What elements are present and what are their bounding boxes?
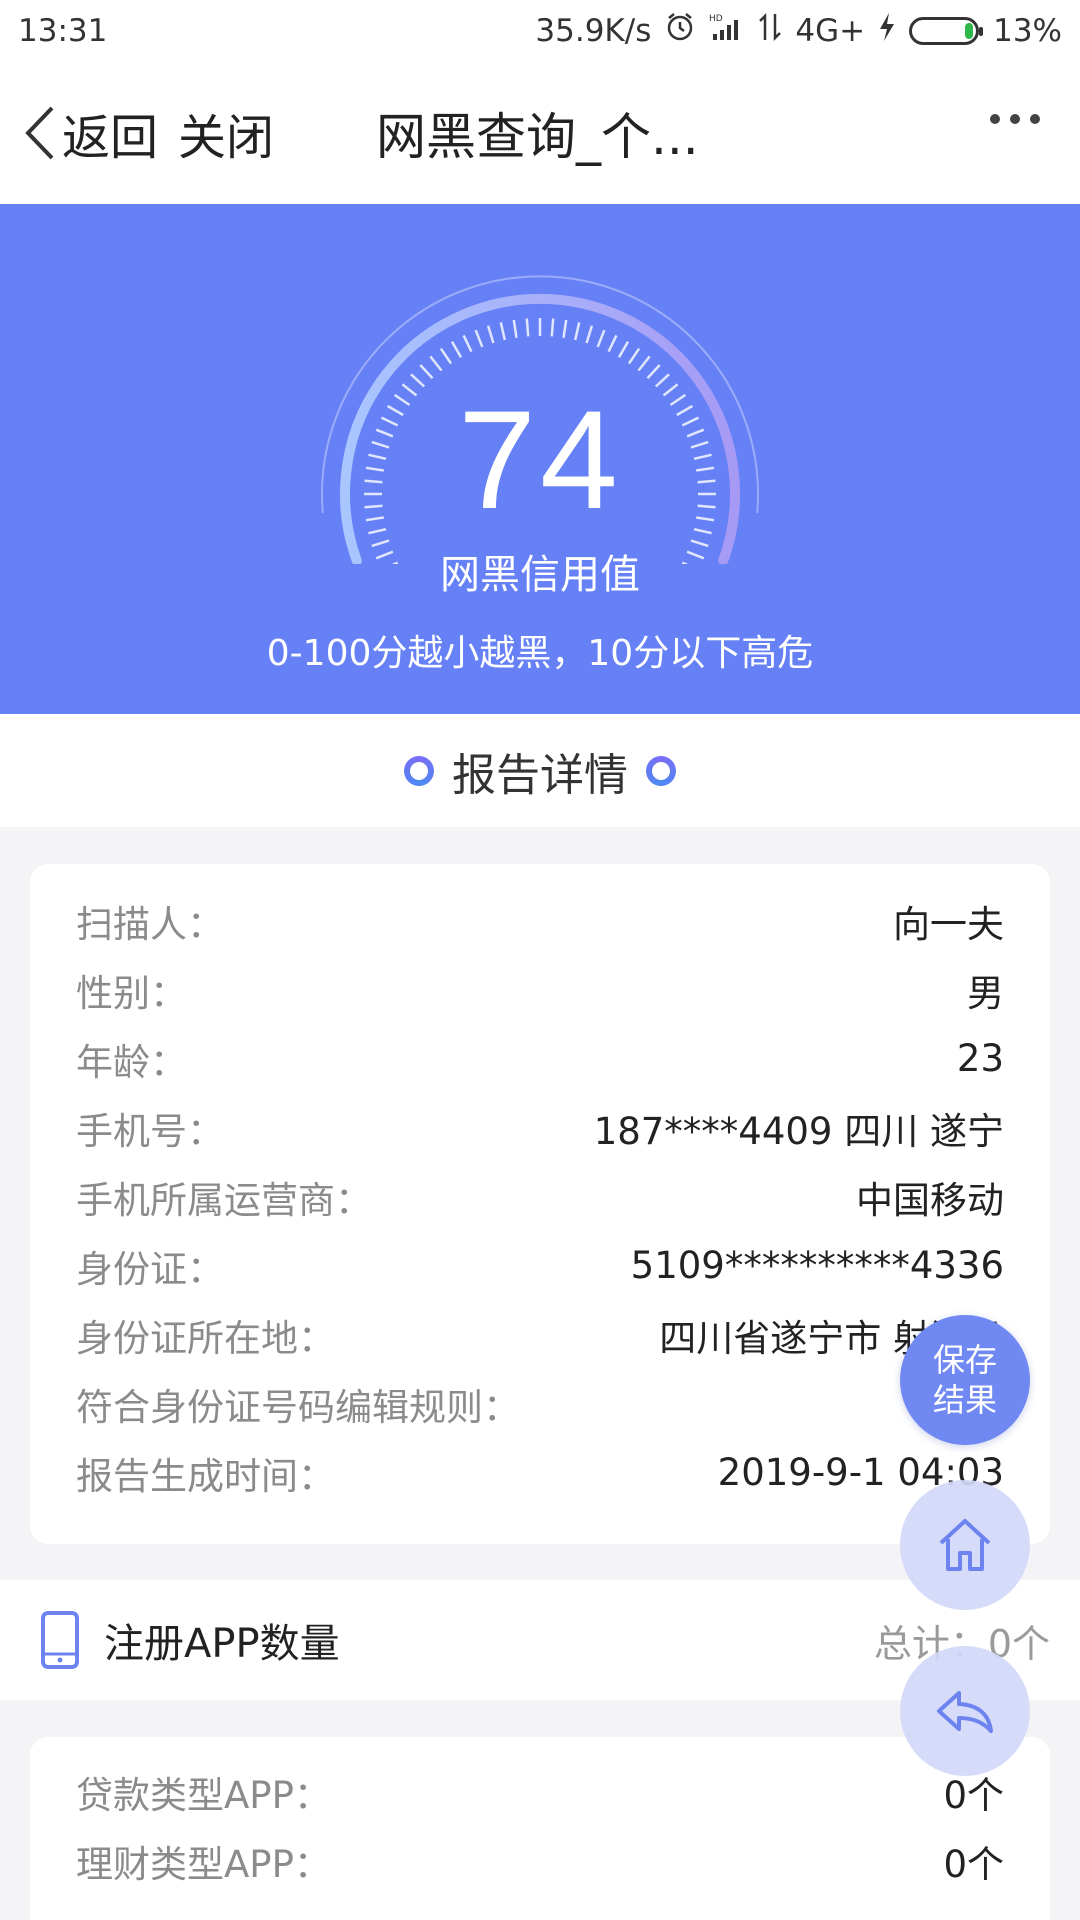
detail-value: 向一夫 xyxy=(893,902,1004,946)
gauge-tick xyxy=(562,319,568,338)
gauge-tick xyxy=(550,318,555,337)
score-label: 网黑信用值 xyxy=(440,552,640,598)
detail-key: 性别： xyxy=(76,971,187,1015)
score-panel: 74 网黑信用值 0-100分越小越黑，10分以下高危 xyxy=(0,204,1080,714)
detail-row: 身份证： 5109**********4336 xyxy=(76,1231,1004,1300)
detail-row: 年龄： 23 xyxy=(76,1024,1004,1093)
network-type: 4G+ xyxy=(795,13,866,49)
status-bar: 13:31 35.9K/s HD 4G+ 13% xyxy=(0,0,1080,62)
more-options-icon[interactable] xyxy=(990,114,1040,124)
ring-icon xyxy=(404,755,434,786)
gauge-tick xyxy=(499,322,507,341)
app-key: 理财类型APP： xyxy=(76,1842,331,1886)
gauge-tick xyxy=(646,364,661,380)
battery-icon xyxy=(909,17,984,45)
gauge-tick xyxy=(429,355,443,372)
save-label-line1: 保存 xyxy=(932,1341,997,1379)
gauge-tick xyxy=(439,347,453,365)
page-title: 网黑查询_个... xyxy=(376,108,699,166)
gauge-tick xyxy=(419,364,434,380)
home-icon xyxy=(939,1519,991,1571)
save-result-button[interactable]: 保存 结果 xyxy=(900,1315,1030,1445)
detail-key: 报告生成时间： xyxy=(76,1454,335,1498)
gauge-tick xyxy=(617,340,630,358)
report-details-header: 报告详情 xyxy=(0,714,1080,827)
gauge-tick xyxy=(607,334,618,353)
detail-row: 扫描人： 向一夫 xyxy=(76,886,1004,955)
score-description: 0-100分越小越黑，10分以下高危 xyxy=(266,633,814,674)
detail-key: 年龄： xyxy=(76,1040,187,1084)
detail-key: 身份证： xyxy=(76,1247,224,1291)
gauge-tick xyxy=(512,319,518,338)
back-label: 返回 xyxy=(62,110,159,166)
detail-row: 身份证所在地： 四川省遂宁市 射洪县 xyxy=(76,1300,1004,1369)
detail-key: 手机号： xyxy=(76,1109,224,1153)
app-row: 理财类型APP： 0个 xyxy=(76,1826,1004,1895)
back-button[interactable]: 返回 xyxy=(22,98,158,168)
nav-bar: 返回 关闭 网黑查询_个... xyxy=(0,62,1080,204)
detail-key: 扫描人： xyxy=(76,902,224,946)
save-label-line2: 结果 xyxy=(932,1381,997,1419)
battery-fill xyxy=(965,23,974,39)
share-back-button[interactable] xyxy=(900,1646,1030,1776)
network-speed: 35.9K/s xyxy=(535,13,652,49)
gauge-tick xyxy=(525,318,530,337)
detail-card: 扫描人： 向一夫 性别： 男 年龄： 23 手机号： 187****4409 四川 遂宁… xyxy=(30,864,1050,1544)
reply-icon xyxy=(937,1691,993,1733)
detail-row: 报告生成时间： 2019-9-1 04:03 xyxy=(76,1438,1004,1507)
gauge-tick xyxy=(596,329,606,348)
detail-row: 性别： 男 xyxy=(76,955,1004,1024)
app-value: 0个 xyxy=(943,1842,1004,1886)
detail-value: 男 xyxy=(967,971,1004,1015)
detail-value: 187****4409 四川 遂宁 xyxy=(593,1109,1004,1153)
detail-key: 手机所属运营商： xyxy=(76,1178,372,1222)
close-button[interactable]: 关闭 xyxy=(178,98,274,168)
data-arrows-icon xyxy=(759,12,782,50)
gauge-tick xyxy=(486,325,495,344)
ring-icon xyxy=(646,755,676,786)
detail-value: 中国移动 xyxy=(856,1178,1004,1222)
chevron-left-icon xyxy=(25,106,54,160)
home-button[interactable] xyxy=(900,1480,1030,1610)
signal-icon: HD xyxy=(709,12,745,50)
apps-card: 贷款类型APP： 0个 理财类型APP： 0个 xyxy=(30,1737,1050,1920)
section-title: 报告详情 xyxy=(452,749,628,801)
detail-key: 身份证所在地： xyxy=(76,1316,335,1360)
app-key: 贷款类型APP： xyxy=(76,1773,331,1817)
gauge-tick xyxy=(462,334,473,353)
app-row: 贷款类型APP： 0个 xyxy=(76,1757,1004,1826)
alarm-icon xyxy=(665,12,695,50)
charging-icon xyxy=(879,13,895,49)
credit-score: 74 xyxy=(458,381,622,538)
gauge-tick xyxy=(585,325,594,344)
apps-section-title: 注册APP数量 xyxy=(104,1621,340,1667)
detail-row: 手机号： 187****4409 四川 遂宁 xyxy=(76,1093,1004,1162)
status-indicators: 35.9K/s HD 4G+ 13% xyxy=(535,12,1062,50)
detail-row: 手机所属运营商： 中国移动 xyxy=(76,1162,1004,1231)
gauge-tick xyxy=(573,322,581,341)
gauge-tick xyxy=(474,329,484,348)
gauge-tick xyxy=(637,355,651,372)
status-time: 13:31 xyxy=(18,13,108,49)
detail-value: 23 xyxy=(956,1037,1004,1080)
detail-value: 5109**********4336 xyxy=(630,1244,1004,1287)
battery-percent: 13% xyxy=(993,13,1062,49)
detail-row: 符合身份证号码编辑规则：是 xyxy=(76,1369,1004,1438)
svg-text:HD: HD xyxy=(709,14,723,24)
phone-icon xyxy=(41,1611,79,1669)
detail-key: 符合身份证号码编辑规则： xyxy=(76,1385,520,1429)
gauge-tick xyxy=(627,347,641,365)
gauge-tick xyxy=(450,340,463,358)
